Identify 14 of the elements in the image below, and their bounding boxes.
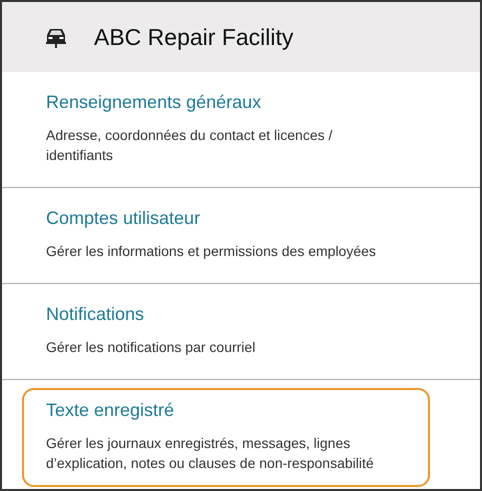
settings-card[interactable]: Notifications Gérer les notifications par courriel (22, 292, 430, 371)
card-description: Gérer les notifications par courriel (46, 338, 256, 357)
facility-name: ABC Repair Facility (94, 24, 294, 50)
car-on-lift-icon (44, 26, 68, 48)
settings-card[interactable]: Renseignements généraux Adresse, coordonnées du contact et licences / identifiants (22, 80, 430, 179)
card-description: Adresse, coordonnées du contact et licences / identifiants (46, 126, 334, 165)
settings-card[interactable]: Texte enregistré Gérer les journaux enregistrés, messages, lignes d’explication, notes ou clauses de non-responsabilité (22, 388, 430, 487)
card-title: Comptes utilisateur (46, 208, 202, 229)
settings-card[interactable]: Comptes utilisateur Gérer les informations et permissions des employées (22, 196, 430, 275)
card-title: Renseignements généraux (46, 92, 262, 113)
card-title: Texte enregistré (46, 400, 176, 421)
card-title: Notifications (46, 304, 146, 325)
card-description: Gérer les journaux enregistrés, messages, lignes d’explication, notes ou clauses de non-responsabilité (46, 434, 375, 473)
card-description: Gérer les informations et permissions des employées (46, 242, 377, 261)
